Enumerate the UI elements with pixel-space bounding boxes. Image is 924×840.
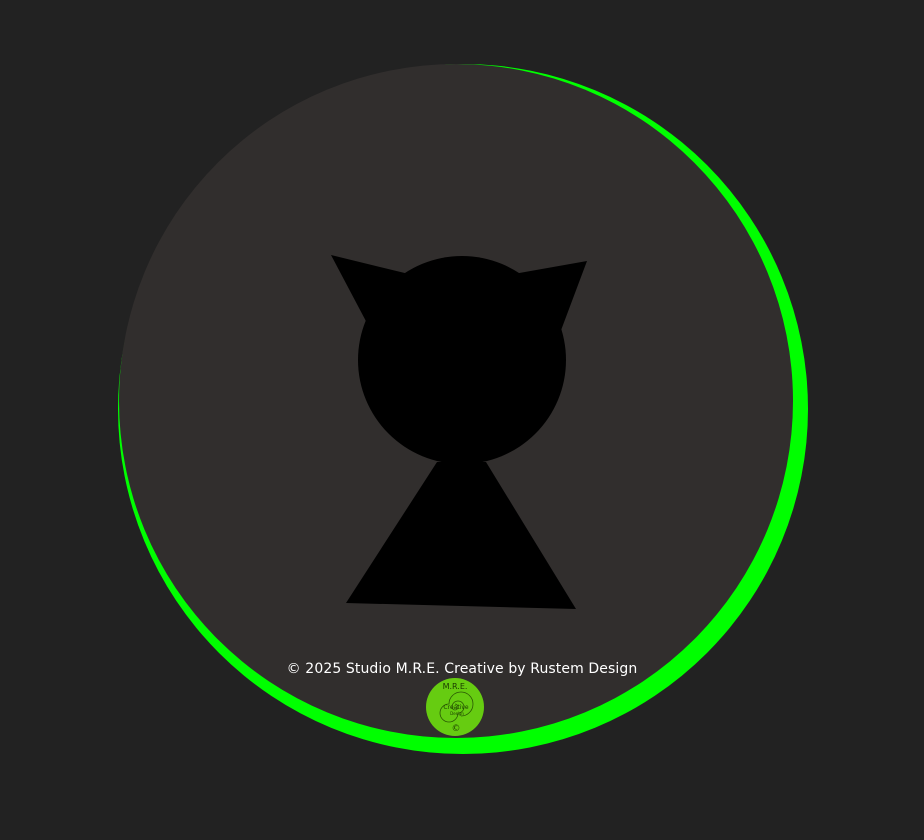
cat-head xyxy=(358,256,566,464)
logo-canvas: M.R.E. Creative Design © xyxy=(118,64,808,754)
studio-badge: M.R.E. Creative Design © xyxy=(426,678,484,736)
badge-middle-text: Creative xyxy=(443,704,468,711)
badge-top-text: M.R.E. xyxy=(443,682,468,691)
copyright-text: © 2025 Studio M.R.E. Creative by Rustem … xyxy=(286,661,638,677)
badge-inner-text: Design xyxy=(450,711,464,716)
badge-symbol: © xyxy=(452,724,461,734)
